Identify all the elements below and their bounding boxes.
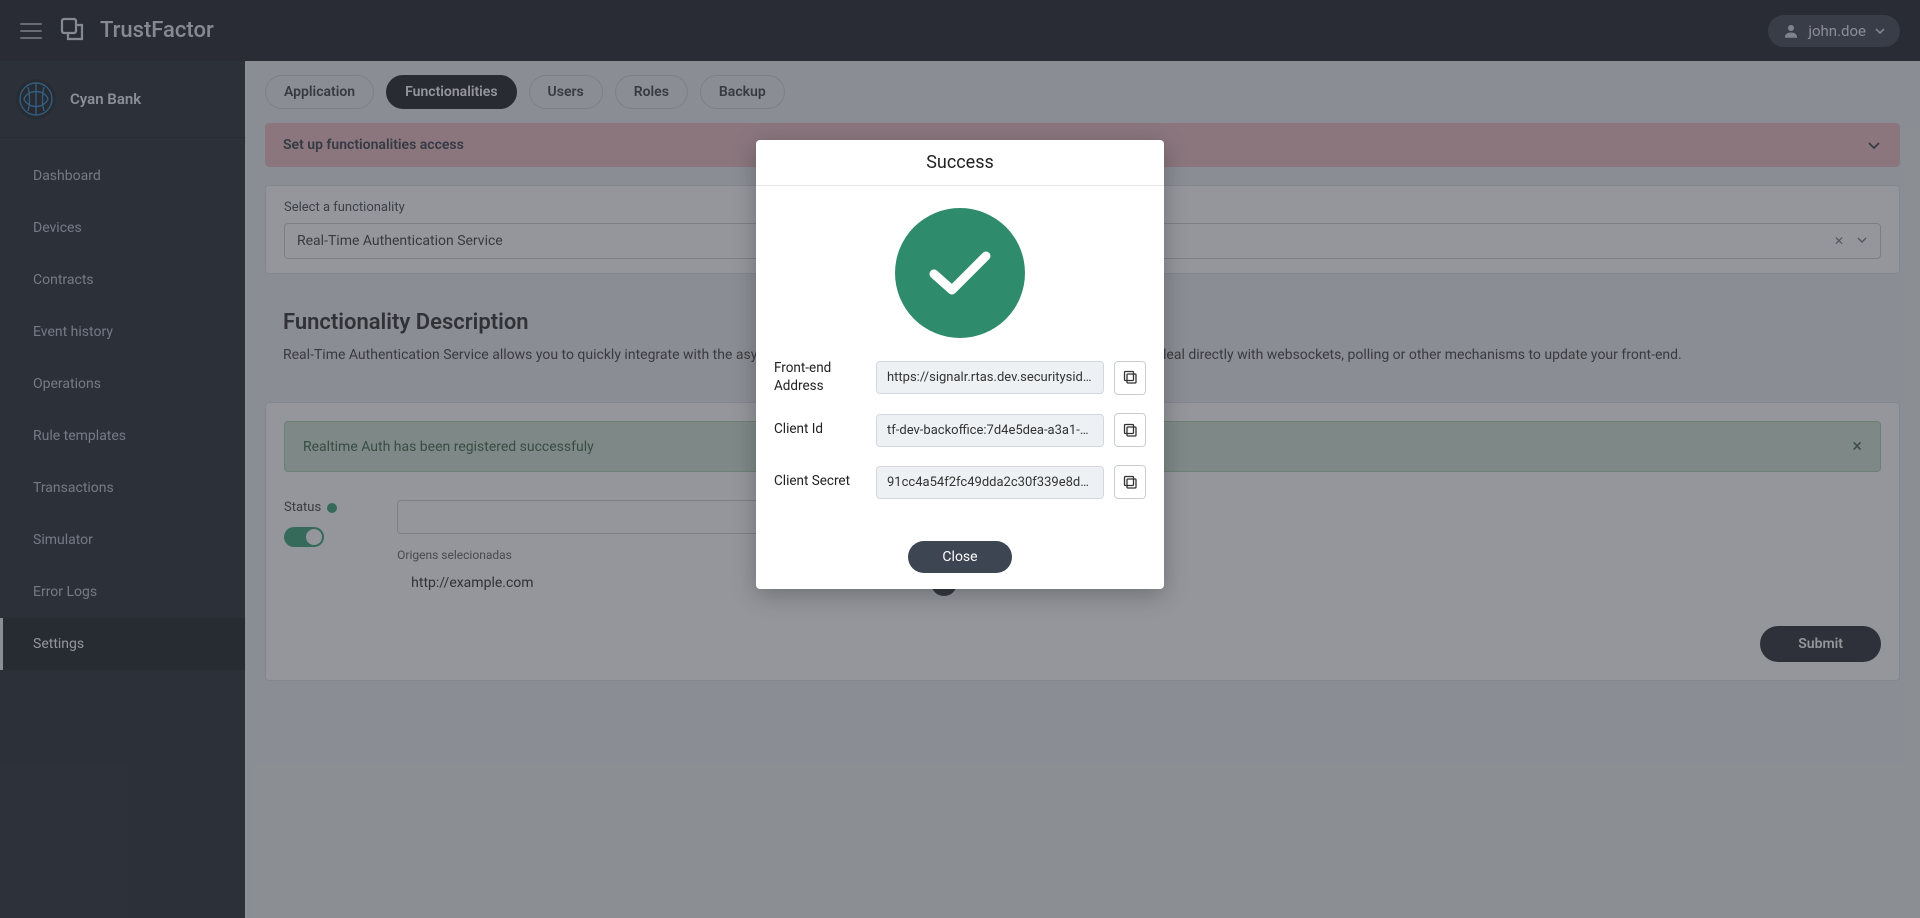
field-label: Client Secret xyxy=(774,473,866,491)
modal-field-frontend-address: Front-end Address https://signalr.rtas.d… xyxy=(774,360,1146,395)
copy-button[interactable] xyxy=(1114,465,1146,499)
copy-icon xyxy=(1123,370,1138,385)
modal-overlay[interactable]: Success Front-end Address https://signal… xyxy=(0,0,1920,918)
success-check-icon xyxy=(895,208,1025,338)
modal-field-client-secret: Client Secret 91cc4a54f2fc49dda2c30f339e… xyxy=(774,465,1146,499)
field-value[interactable]: 91cc4a54f2fc49dda2c30f339e8db83a xyxy=(876,466,1104,499)
field-value[interactable]: https://signalr.rtas.dev.securityside.co… xyxy=(876,361,1104,394)
copy-button[interactable] xyxy=(1114,361,1146,395)
success-modal: Success Front-end Address https://signal… xyxy=(756,140,1164,589)
copy-button[interactable] xyxy=(1114,413,1146,447)
modal-field-client-id: Client Id tf-dev-backoffice:7d4e5dea-a3a… xyxy=(774,413,1146,447)
field-value[interactable]: tf-dev-backoffice:7d4e5dea-a3a1-41df-80 xyxy=(876,414,1104,447)
modal-title: Success xyxy=(756,140,1164,186)
modal-close-button[interactable]: Close xyxy=(908,541,1011,573)
field-label: Client Id xyxy=(774,421,866,439)
copy-icon xyxy=(1123,423,1138,438)
copy-icon xyxy=(1123,475,1138,490)
field-label: Front-end Address xyxy=(774,360,866,395)
